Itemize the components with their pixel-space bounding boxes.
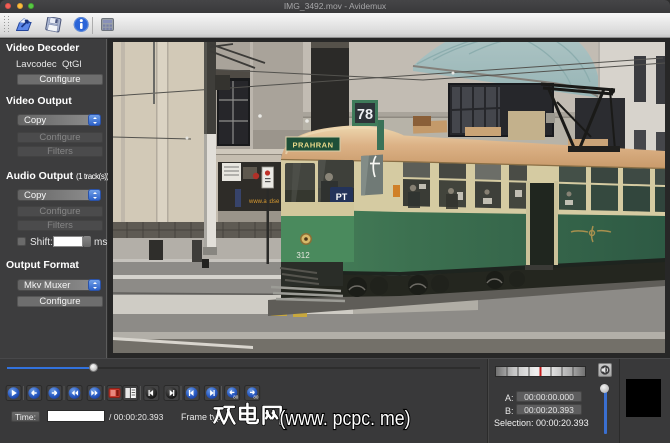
svg-text:PT: PT — [336, 192, 348, 202]
svg-text:PRAHRAN: PRAHRAN — [293, 141, 334, 150]
svg-text:78: 78 — [357, 107, 373, 123]
svg-text:www.acdse: www.acdse — [248, 199, 280, 205]
svg-text:(www. pcpc. me): (www. pcpc. me) — [280, 408, 411, 430]
svg-text:312: 312 — [296, 251, 310, 260]
